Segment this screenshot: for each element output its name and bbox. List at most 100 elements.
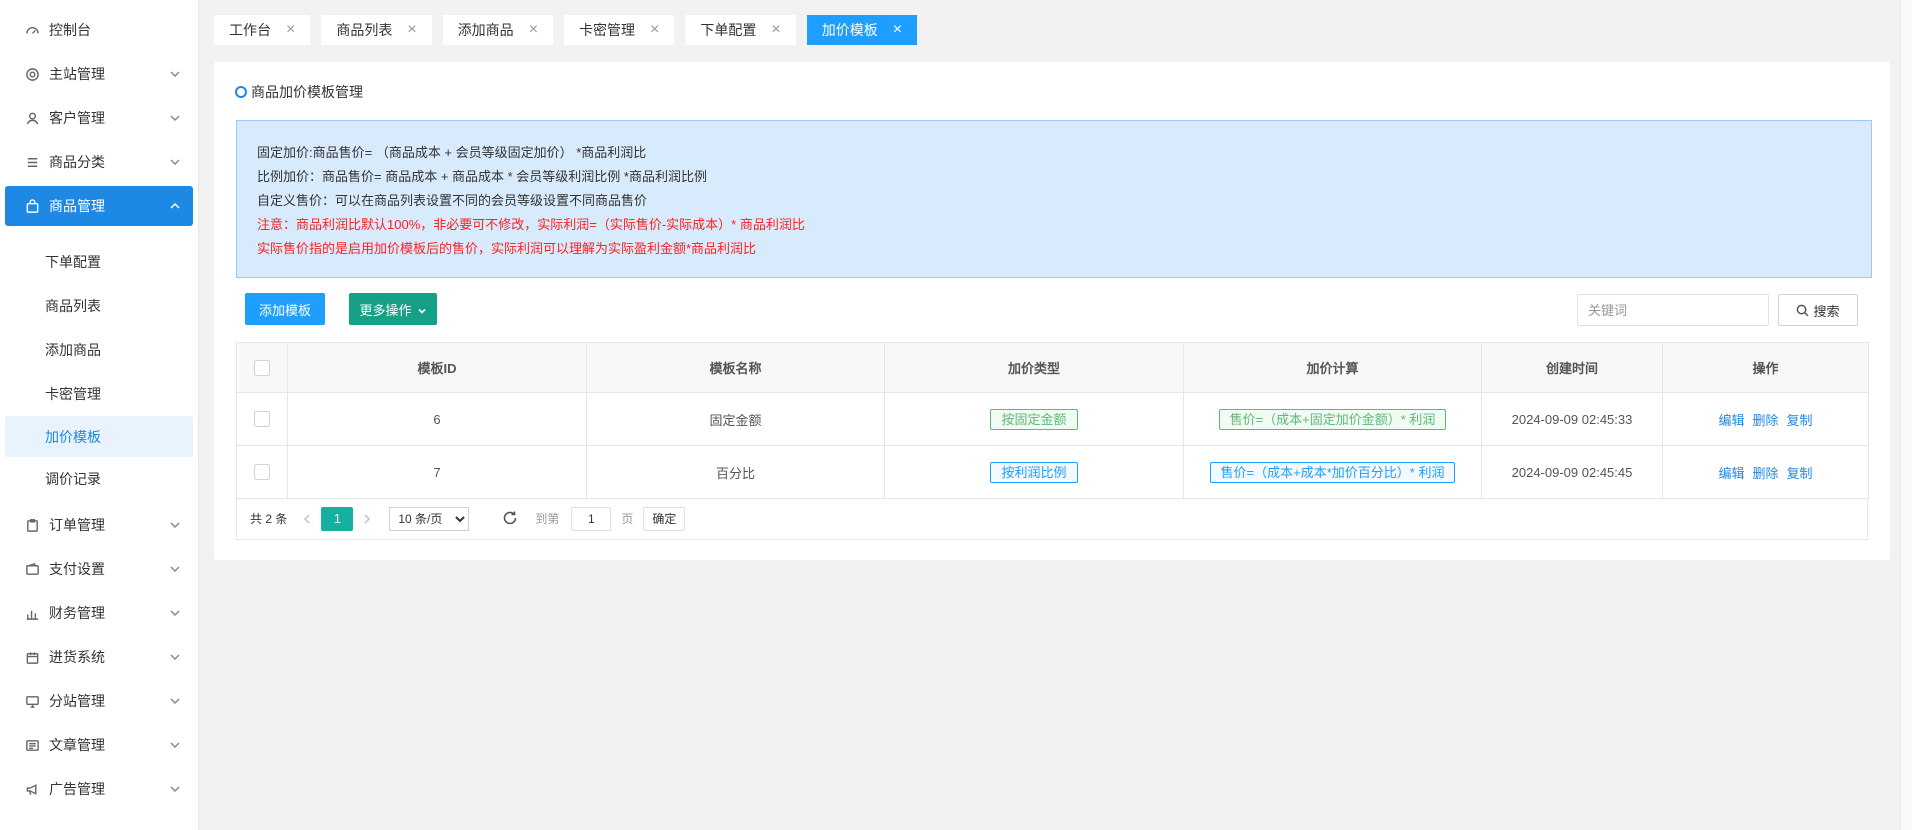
markup-calc-tag: 售价=（成本+成本*加价百分比）* 利润	[1209, 461, 1456, 483]
actions-cell: 编辑 删除 复制	[1662, 445, 1869, 499]
sidebar-item-products[interactable]: 商品管理	[5, 186, 193, 226]
add-template-button[interactable]: 添加模板	[245, 293, 325, 325]
sidebar: 控制台 主站管理 客户管理 商品分类 商品管理 下单配置 商品列表 添加商品 卡…	[0, 0, 199, 830]
prev-page-button[interactable]	[293, 513, 321, 525]
sidebar-item-ads[interactable]: 广告管理	[0, 767, 198, 811]
gear-icon	[24, 66, 40, 82]
close-icon[interactable]: ×	[529, 22, 538, 38]
notice-line: 自定义售价：可以在商品列表设置不同的会员等级设置不同商品售价	[257, 193, 648, 208]
template-id: 7	[287, 445, 587, 499]
monitor-icon	[24, 693, 40, 709]
tab-label: 工作台	[229, 22, 271, 38]
sidebar-item-label: 广告管理	[49, 781, 105, 797]
close-icon[interactable]: ×	[893, 22, 902, 38]
wallet-icon	[24, 561, 40, 577]
tab-add-product[interactable]: 添加商品 ×	[442, 15, 554, 45]
list-icon	[24, 154, 40, 170]
sidebar-item-purchasing[interactable]: 进货系统	[0, 635, 198, 679]
sidebar-subitem-label: 卡密管理	[45, 386, 101, 402]
sidebar-item-orders[interactable]: 订单管理	[0, 503, 198, 547]
tab-workbench[interactable]: 工作台 ×	[214, 15, 311, 45]
actions-cell: 编辑 删除 复制	[1662, 392, 1869, 446]
page-unit-label: 页	[621, 512, 634, 526]
chevron-down-icon	[168, 562, 182, 576]
sidebar-item-articles[interactable]: 文章管理	[0, 723, 198, 767]
sidebar-item-label: 支付设置	[49, 561, 105, 577]
sidebar-item-dashboard[interactable]: 控制台	[0, 8, 198, 52]
refresh-icon	[504, 511, 517, 524]
copy-link[interactable]: 复制	[1787, 466, 1813, 481]
select-all-cell	[236, 342, 288, 393]
sidebar-subitem-label: 加价模板	[45, 428, 101, 445]
sidebar-subitem-product-list[interactable]: 商品列表	[0, 284, 198, 328]
keyword-search-input[interactable]	[1577, 294, 1769, 326]
scrollbar-thumb[interactable]	[1900, 0, 1912, 830]
sidebar-subitem-order-config[interactable]: 下单配置	[0, 240, 198, 284]
sidebar-subitem-card-keys[interactable]: 卡密管理	[0, 372, 198, 416]
chevron-up-icon	[168, 199, 182, 213]
tab-product-list[interactable]: 商品列表 ×	[321, 15, 432, 45]
sidebar-item-main-site[interactable]: 主站管理	[0, 52, 198, 96]
close-icon[interactable]: ×	[407, 22, 416, 38]
scrollbar[interactable]	[1900, 0, 1912, 830]
chevron-down-icon	[168, 782, 182, 796]
copy-link[interactable]: 复制	[1787, 413, 1813, 428]
select-all-checkbox[interactable]	[254, 359, 270, 376]
next-page-button[interactable]	[353, 513, 381, 525]
tab-markup-template[interactable]: 加价模板 ×	[806, 15, 918, 45]
sidebar-item-finance[interactable]: 财务管理	[0, 591, 198, 635]
edit-link[interactable]: 编辑	[1718, 413, 1744, 428]
chevron-down-icon	[168, 111, 182, 125]
sidebar-item-categories[interactable]: 商品分类	[0, 140, 198, 184]
markup-calc-cell: 售价=（成本+成本*加价百分比）* 利润	[1183, 445, 1482, 499]
tab-label: 卡密管理	[579, 22, 636, 38]
sidebar-item-label: 进货系统	[49, 649, 105, 665]
close-icon[interactable]: ×	[286, 22, 295, 38]
confirm-goto-button[interactable]: 确定	[643, 506, 686, 531]
close-icon[interactable]: ×	[650, 22, 659, 38]
tab-card-keys[interactable]: 卡密管理 ×	[564, 15, 675, 45]
delete-link[interactable]: 删除	[1752, 413, 1778, 428]
goto-page-input[interactable]	[571, 506, 612, 531]
goto-label: 到第	[535, 512, 560, 526]
sidebar-subitem-label: 添加商品	[45, 342, 101, 358]
bag-icon	[24, 198, 40, 214]
tab-label: 下单配置	[700, 22, 757, 38]
sidebar-item-substations[interactable]: 分站管理	[0, 679, 198, 723]
tab-order-config[interactable]: 下单配置 ×	[685, 15, 796, 45]
sidebar-subitem-add-product[interactable]: 添加商品	[0, 328, 198, 372]
delete-link[interactable]: 删除	[1752, 466, 1778, 481]
chevron-down-icon	[168, 155, 182, 169]
chevron-down-icon	[168, 650, 182, 664]
sidebar-item-label: 商品分类	[49, 154, 105, 170]
search-icon	[1797, 304, 1809, 316]
page-size-select[interactable]: 10 条/页	[389, 506, 470, 531]
row-checkbox[interactable]	[254, 411, 270, 428]
refresh-button[interactable]	[501, 509, 521, 529]
sidebar-subitem-label: 商品列表	[45, 298, 101, 314]
notice-line: 比例加价：商品售价= 商品成本 + 商品成本 * 会员等级利润比例 *商品利润比…	[257, 169, 707, 184]
more-actions-button[interactable]: 更多操作	[349, 293, 437, 325]
row-checkbox-cell	[236, 392, 288, 446]
template-name: 固定金额	[586, 392, 885, 446]
edit-link[interactable]: 编辑	[1718, 466, 1744, 481]
sidebar-subitem-markup-template[interactable]: 加价模板	[5, 416, 193, 457]
markup-type-tag: 按利润比例	[990, 461, 1078, 483]
row-checkbox[interactable]	[254, 464, 270, 481]
tab-label: 添加商品	[457, 22, 514, 38]
user-icon	[24, 110, 40, 126]
total-count: 共 2 条	[250, 512, 288, 526]
current-page[interactable]: 1	[321, 506, 354, 531]
markup-type-cell: 按固定金额	[884, 392, 1184, 446]
main-card: 商品加价模板管理 固定加价:商品售价= （商品成本 + 会员等级固定加价） *商…	[214, 62, 1890, 560]
sidebar-item-label: 文章管理	[49, 737, 105, 753]
column-header: 操作	[1662, 342, 1869, 393]
template-id: 6	[287, 392, 587, 446]
sidebar-subitem-price-log[interactable]: 调价记录	[0, 457, 198, 501]
close-icon[interactable]: ×	[771, 22, 780, 38]
notice-warning: 实际售价指的是启用加价模板后的售价，实际利润可以理解为实际盈利金额*商品利润比	[257, 241, 757, 256]
search-button[interactable]: 搜索	[1778, 294, 1858, 326]
sidebar-item-customers[interactable]: 客户管理	[0, 96, 198, 140]
sidebar-item-payment[interactable]: 支付设置	[0, 547, 198, 591]
page-title: 商品加价模板管理	[235, 82, 363, 102]
